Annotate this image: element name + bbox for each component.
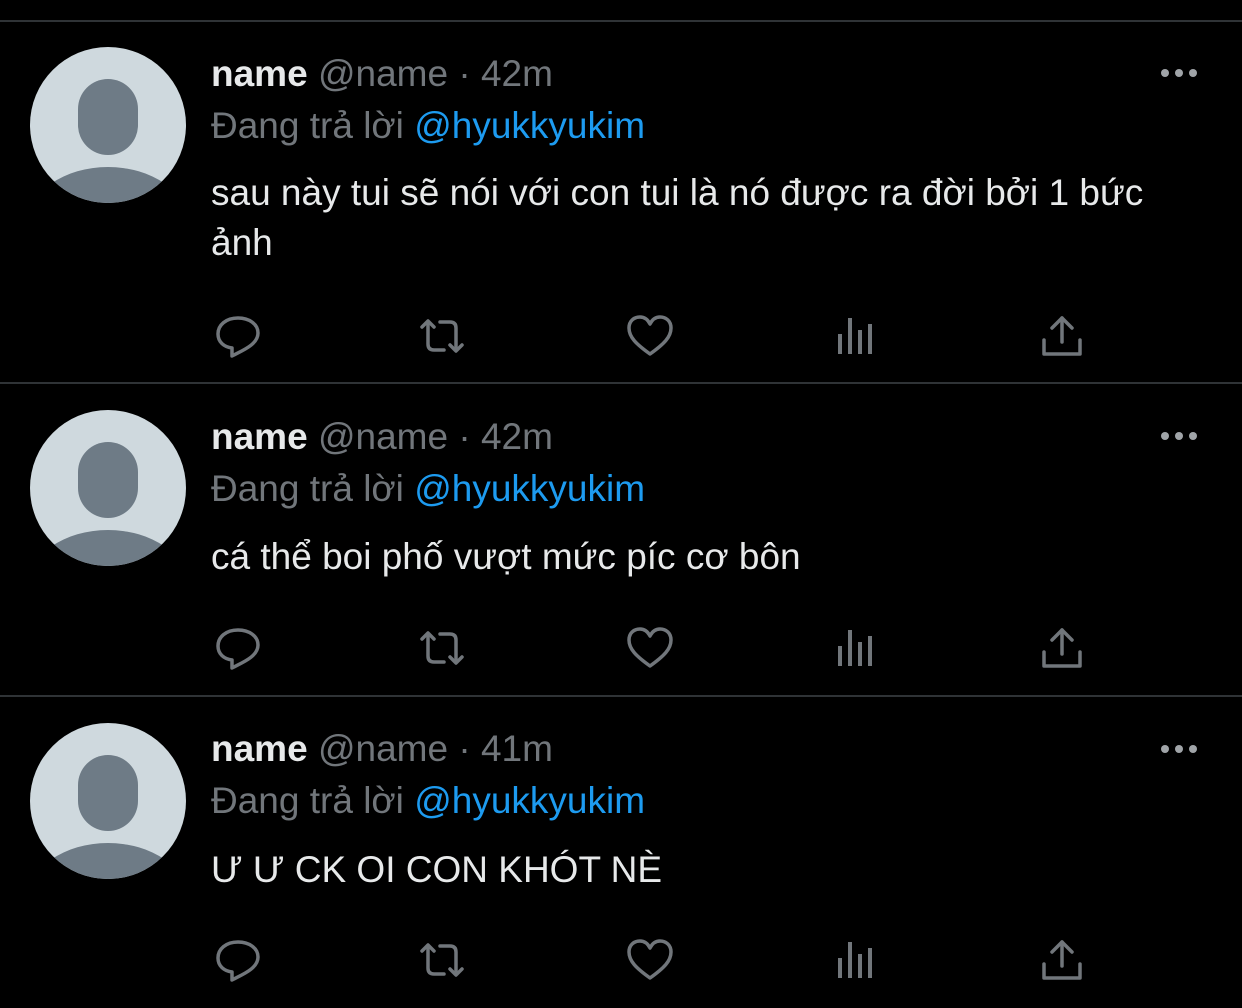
more-options-icon[interactable] (1158, 426, 1200, 446)
avatar[interactable] (30, 410, 186, 566)
user-handle[interactable]: @name (318, 416, 448, 457)
timestamp[interactable]: 41m (481, 728, 553, 769)
views-icon[interactable] (830, 934, 882, 986)
reply-prefix: Đang trả lời (211, 105, 404, 146)
retweet-icon[interactable] (416, 310, 468, 362)
tweet-header: name @name · 42m (211, 415, 553, 459)
replying-to: Đang trả lời @hyukkyukim (211, 104, 645, 148)
user-handle[interactable]: @name (318, 728, 448, 769)
timestamp[interactable]: 42m (481, 416, 553, 457)
like-icon[interactable] (624, 310, 676, 362)
timestamp[interactable]: 42m (481, 53, 553, 94)
user-handle[interactable]: @name (318, 53, 448, 94)
retweet-icon[interactable] (416, 934, 468, 986)
tweet-divider (0, 382, 1242, 384)
separator-dot: · (458, 53, 471, 94)
views-icon[interactable] (830, 622, 882, 674)
tweet-header: name @name · 41m (211, 727, 553, 771)
more-options-icon[interactable] (1158, 739, 1200, 759)
mention-link[interactable]: @hyukkyukim (414, 468, 645, 509)
separator-dot: · (458, 728, 471, 769)
share-icon[interactable] (1036, 934, 1088, 986)
share-icon[interactable] (1036, 310, 1088, 362)
like-icon[interactable] (624, 622, 676, 674)
display-name[interactable]: name (211, 728, 308, 769)
replying-to: Đang trả lời @hyukkyukim (211, 467, 645, 511)
tweet-text: Ư Ư CK OI CON KHÓT NÈ (211, 849, 663, 890)
reply-prefix: Đang trả lời (211, 468, 404, 509)
reply-icon[interactable] (212, 622, 264, 674)
tweet-divider (0, 695, 1242, 697)
share-icon[interactable] (1036, 622, 1088, 674)
avatar[interactable] (30, 723, 186, 879)
tweet-header: name @name · 42m (211, 52, 553, 96)
separator-dot: · (458, 416, 471, 457)
retweet-icon[interactable] (416, 622, 468, 674)
top-divider (0, 20, 1242, 22)
default-avatar-icon (33, 755, 183, 879)
views-icon[interactable] (830, 310, 882, 362)
mention-link[interactable]: @hyukkyukim (414, 105, 645, 146)
display-name[interactable]: name (211, 416, 308, 457)
default-avatar-icon (33, 442, 183, 566)
more-options-icon[interactable] (1158, 63, 1200, 83)
tweet-text: cá thể boi phố vượt mức píc cơ bôn (211, 536, 801, 577)
reply-icon[interactable] (212, 310, 264, 362)
avatar[interactable] (30, 47, 186, 203)
display-name[interactable]: name (211, 53, 308, 94)
tweet-text: sau này tui sẽ nói với con tui là nó đượ… (211, 172, 1144, 263)
reply-prefix: Đang trả lời (211, 780, 404, 821)
reply-icon[interactable] (212, 934, 264, 986)
like-icon[interactable] (624, 934, 676, 986)
default-avatar-icon (33, 79, 183, 203)
mention-link[interactable]: @hyukkyukim (414, 780, 645, 821)
replying-to: Đang trả lời @hyukkyukim (211, 779, 645, 823)
